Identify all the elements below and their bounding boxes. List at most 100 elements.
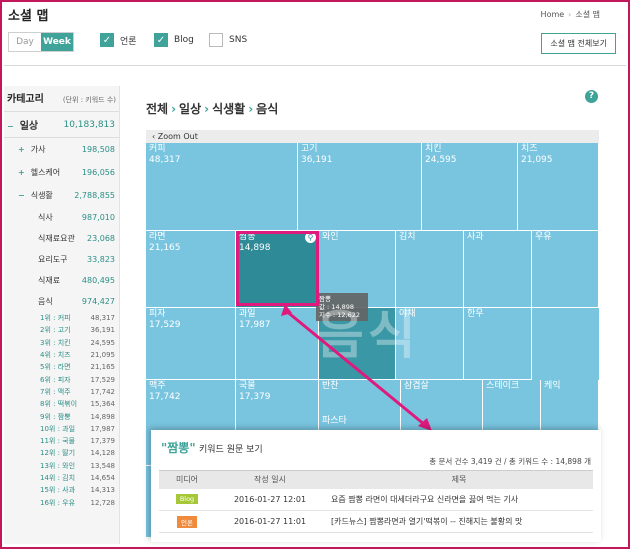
help-icon[interactable]: ? [585, 90, 598, 103]
breadcrumb-home[interactable]: Home [541, 10, 565, 19]
checkbox-checked-icon[interactable]: ✓ [100, 33, 114, 47]
checkbox-unchecked-icon[interactable] [209, 33, 223, 47]
rank-item[interactable]: 15위 : 사과 14,313 [4, 484, 119, 496]
breadcrumb-item[interactable]: 전체 [146, 102, 168, 116]
cell-value: 48,317 [149, 155, 181, 165]
rank-label: 5위 : 라면 [40, 363, 71, 372]
zoom-out-label: Zoom Out [157, 132, 198, 141]
sidebar-title: 카테고리 [7, 94, 44, 105]
col-title: 제목 [325, 470, 593, 489]
subcategory-value: 987,010 [81, 213, 115, 222]
period-day-button[interactable]: Day [9, 33, 41, 51]
treemap-cell[interactable]: 한우 [464, 308, 532, 380]
rank-value: 17,529 [90, 375, 116, 384]
rank-label: 2위 : 고기 [40, 326, 71, 335]
collapse-icon[interactable]: − [18, 191, 25, 200]
expand-icon[interactable]: + [18, 145, 25, 154]
zoom-out-bar[interactable]: ‹ Zoom Out [146, 130, 599, 143]
category-label: 헬스케어 [30, 168, 61, 177]
cell-value: 17,529 [149, 320, 181, 330]
subcategory-item[interactable]: 식재료요관 23,068 [4, 228, 119, 249]
rank-item[interactable]: 7위 : 맥주 17,742 [4, 386, 119, 398]
subcategory-item[interactable]: 식사 987,010 [4, 207, 119, 228]
subcategory-list: 식사 987,010 식재료요관 23,068 요리도구 33,823 식재료 480,495… [4, 207, 119, 312]
rank-item[interactable]: 11위 : 국물 17,379 [4, 435, 119, 447]
treemap-cell[interactable]: 과일 17,987 [236, 308, 319, 380]
subcategory-item[interactable]: 음식 974,427 [4, 291, 119, 312]
rank-item[interactable]: 14위 : 김치 14,654 [4, 472, 119, 484]
category-group[interactable]: + 헬스케어 196,056 [4, 161, 119, 184]
rank-value: 17,987 [90, 424, 116, 433]
rank-item[interactable]: 16위 : 우유 12,728 [4, 496, 119, 508]
subcategory-label: 식재료요관 [38, 234, 75, 243]
filter-press[interactable]: ✓ 언론 [100, 33, 137, 47]
treemap-cell[interactable]: 야채 [396, 308, 464, 380]
checkbox-checked-icon[interactable]: ✓ [154, 33, 168, 47]
chevron-left-icon: ‹ [152, 132, 156, 141]
header-divider [4, 65, 626, 66]
rank-value: 14,128 [90, 449, 116, 458]
rank-item[interactable]: 6위 : 피자 17,529 [4, 373, 119, 385]
table-row[interactable]: 언론 2016-01-27 11:01 [카드뉴스] 짬뽕라면과 열기'떡볶이 --… [159, 510, 593, 533]
treemap-cell[interactable]: 피자 17,529 [146, 308, 236, 380]
treemap-cell[interactable]: 우유 [532, 231, 599, 308]
treemap-cell[interactable]: 김치 [396, 231, 464, 308]
cell-label: 스테이크 [486, 381, 520, 391]
rank-item[interactable]: 4위 : 치즈 21,095 [4, 349, 119, 361]
popup-title: 키워드 원문 보기 [199, 445, 263, 455]
breadcrumb-item[interactable]: 일상 [179, 102, 201, 116]
rank-value: 21,095 [90, 351, 116, 360]
rank-item[interactable]: 12위 : 딸기 14,128 [4, 447, 119, 459]
subcategory-item[interactable]: 식재료 480,495 [4, 270, 119, 291]
treemap-cell[interactable]: 커피 48,317 [146, 143, 298, 231]
col-media: 미디어 [159, 470, 215, 489]
rank-value: 14,898 [90, 412, 116, 421]
rank-item[interactable]: 10위 : 과일 17,987 [4, 423, 119, 435]
treemap-cell[interactable]: 치킨 24,595 [422, 143, 518, 231]
category-value: 10,183,813 [63, 119, 115, 130]
date-cell: 2016-01-27 12:01 [215, 488, 325, 511]
title-cell[interactable]: [카드뉴스] 짬뽕라면과 열기'떡볶이 -- 진해지는 불황의 맛 [325, 510, 593, 533]
expand-icon[interactable]: + [18, 168, 25, 177]
view-all-button[interactable]: 소셜 맵 전체보기 [541, 33, 616, 54]
rank-item[interactable]: 9위 : 짬뽕 14,898 [4, 410, 119, 422]
rank-label: 13위 : 와인 [40, 461, 76, 470]
title-cell[interactable]: 요즘 짬뽕 라면이 대세더라구요 신라면을 끓여 먹는 기사 [325, 488, 593, 511]
media-cell: Blog [159, 488, 215, 511]
filter-sns[interactable]: SNS [209, 33, 247, 47]
filter-label: SNS [229, 35, 248, 45]
category-label: 일상 [19, 121, 39, 132]
category-top[interactable]: − 일상 10,183,813 [4, 112, 119, 138]
rank-item[interactable]: 13위 : 와인 13,548 [4, 460, 119, 472]
subcategory-label: 식재료 [38, 276, 61, 285]
treemap-cell[interactable]: 라면 21,165 [146, 231, 236, 308]
treemap-cell[interactable]: 사과 [464, 231, 532, 308]
rank-value: 24,595 [90, 338, 116, 347]
breadcrumb-current[interactable]: 소셜 맵 [575, 10, 600, 19]
rank-item[interactable]: 2위 : 고기 36,191 [4, 324, 119, 336]
rank-value: 15,364 [90, 400, 116, 409]
treemap-cell[interactable]: 고기 36,191 [298, 143, 422, 231]
subcategory-item[interactable]: 요리도구 33,823 [4, 249, 119, 270]
treemap-cell[interactable]: 치즈 21,095 [518, 143, 599, 231]
collapse-icon[interactable]: − [7, 122, 14, 131]
rank-label: 4위 : 치즈 [40, 351, 71, 360]
rank-value: 21,165 [90, 363, 116, 372]
breadcrumb-item[interactable]: 음식 [256, 102, 278, 116]
cell-label: 치킨 [425, 144, 442, 154]
rank-item[interactable]: 3위 : 치킨 24,595 [4, 337, 119, 349]
category-group[interactable]: + 가사 198,508 [4, 138, 119, 161]
category-group[interactable]: − 식생활 2,788,855 [4, 184, 119, 207]
cell-value: 17,379 [239, 392, 271, 402]
tooltip-line: 값 : 14,898 [319, 303, 355, 311]
rank-item[interactable]: 8위 : 떡볶이 15,364 [4, 398, 119, 410]
top-breadcrumb: Home › 소셜 맵 [540, 10, 600, 19]
rank-item[interactable]: 1위 : 커피 48,317 [4, 312, 119, 324]
period-week-button[interactable]: Week [41, 33, 73, 51]
table-row[interactable]: Blog 2016-01-27 12:01 요즘 짬뽕 라면이 대세더라구요 신라면… [159, 488, 593, 511]
cell-value: 36,191 [301, 155, 333, 165]
filter-blog[interactable]: ✓ Blog [154, 33, 194, 47]
breadcrumb-item[interactable]: 식생활 [212, 102, 245, 116]
category-label: 가사 [30, 145, 46, 154]
rank-item[interactable]: 5위 : 라면 21,165 [4, 361, 119, 373]
